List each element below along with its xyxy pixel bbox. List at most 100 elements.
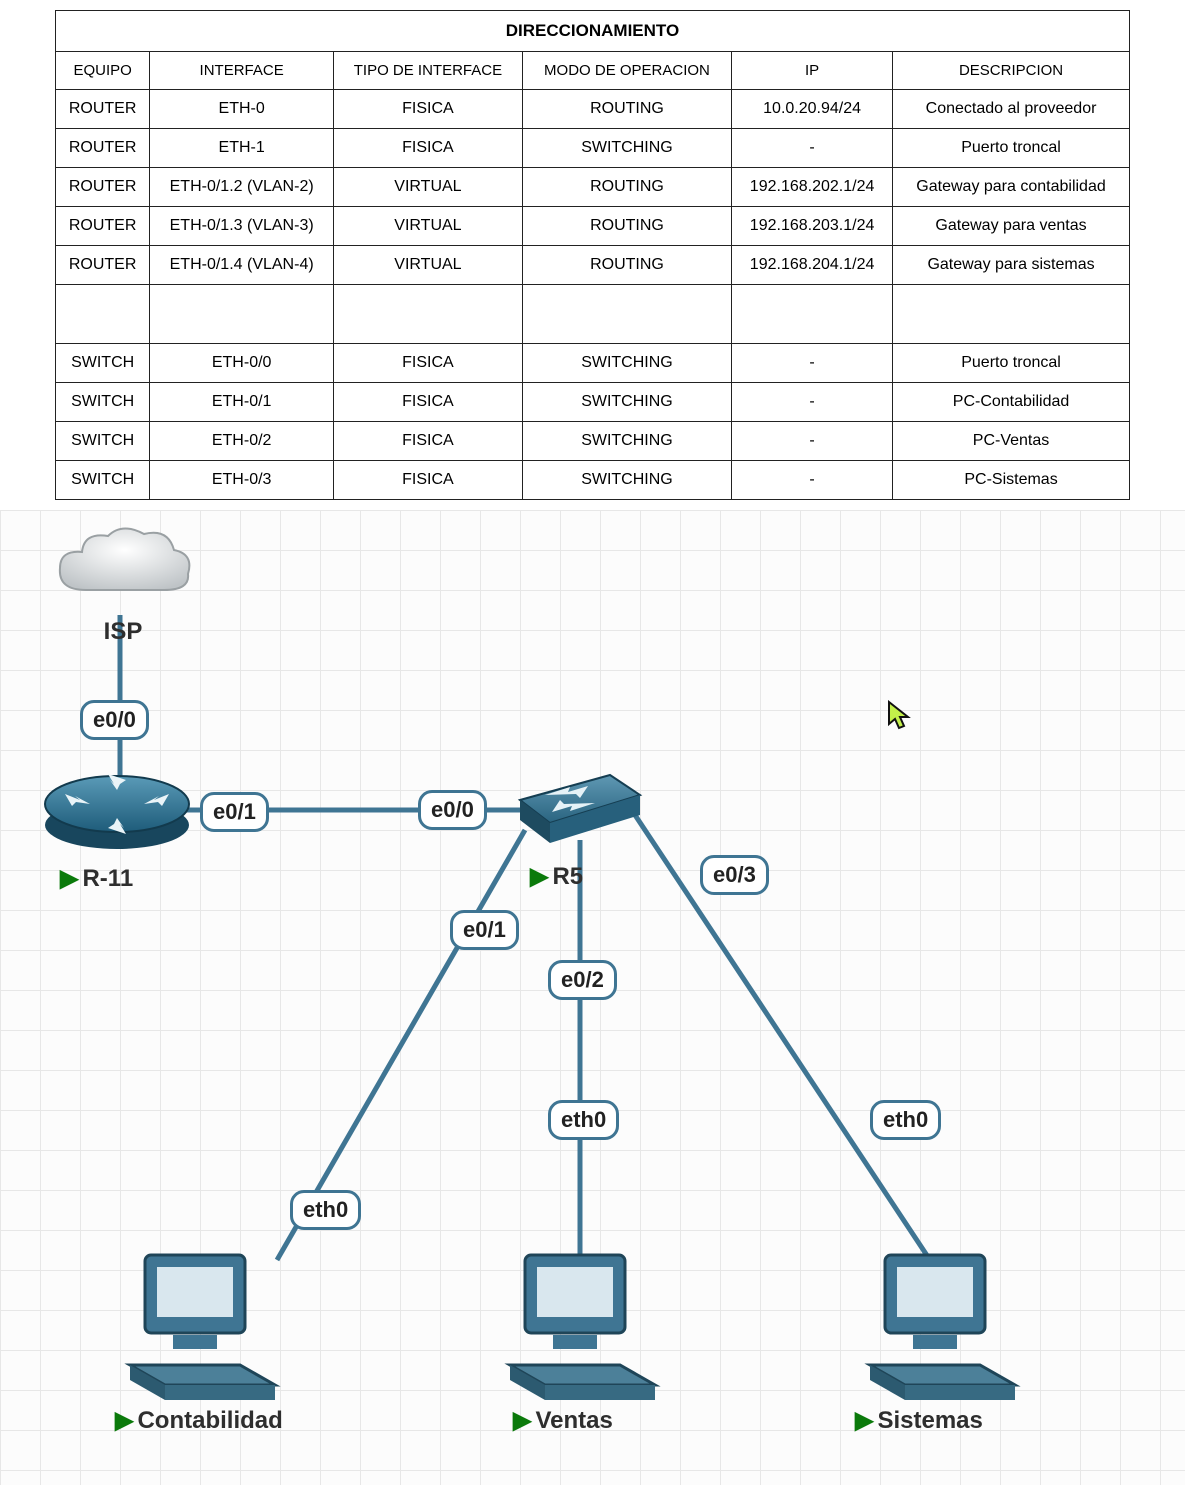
cursor-icon <box>886 700 914 737</box>
table-cell: ROUTING <box>522 168 731 207</box>
table-cell: - <box>732 344 893 383</box>
pc-icon <box>495 1245 670 1405</box>
table-cell: ROUTER <box>56 246 150 285</box>
table-cell: FISICA <box>334 344 523 383</box>
table-cell: ROUTER <box>56 90 150 129</box>
table-cell: SWITCHING <box>522 129 731 168</box>
table-row: ROUTERETH-0FISICAROUTING10.0.20.94/24Con… <box>56 90 1130 129</box>
table-cell <box>150 285 334 344</box>
table-cell: ETH-0/1 <box>150 383 334 422</box>
table-cell: Gateway para sistemas <box>893 246 1130 285</box>
cloud-icon <box>48 520 198 615</box>
router-node[interactable]: ▶R-11 <box>40 760 195 893</box>
col-desc: DESCRIPCION <box>893 52 1130 90</box>
switch-node[interactable]: ▶R5 <box>500 765 645 891</box>
table-cell <box>893 285 1130 344</box>
table-cell: SWITCHING <box>522 383 731 422</box>
table-cell: SWITCH <box>56 461 150 500</box>
table-cell: PC-Sistemas <box>893 461 1130 500</box>
isp-node[interactable]: ISP <box>48 520 198 646</box>
table-row: SWITCHETH-0/2FISICASWITCHING-PC-Ventas <box>56 422 1130 461</box>
pc-icon <box>115 1245 290 1405</box>
table-cell: Conectado al proveedor <box>893 90 1130 129</box>
table-cell: FISICA <box>334 461 523 500</box>
table-cell: 10.0.20.94/24 <box>732 90 893 129</box>
col-ip: IP <box>732 52 893 90</box>
table-cell <box>56 285 150 344</box>
pc-contabilidad-node[interactable]: ▶Contabilidad <box>115 1245 290 1435</box>
table-row: ROUTERETH-0/1.2 (VLAN-2)VIRTUALROUTING19… <box>56 168 1130 207</box>
pc3-label: ▶Sistemas <box>855 1406 1030 1435</box>
table-cell: PC-Ventas <box>893 422 1130 461</box>
table-cell: ETH-0/3 <box>150 461 334 500</box>
table-cell: ROUTING <box>522 246 731 285</box>
table-row: ROUTERETH-0/1.4 (VLAN-4)VIRTUALROUTING19… <box>56 246 1130 285</box>
port-s-e01: e0/1 <box>450 910 519 950</box>
table-cell: ETH-0/1.4 (VLAN-4) <box>150 246 334 285</box>
table-cell: SWITCHING <box>522 461 731 500</box>
pc-ventas-node[interactable]: ▶Ventas <box>495 1245 670 1435</box>
table-row <box>56 285 1130 344</box>
table-cell: ETH-0/2 <box>150 422 334 461</box>
switch-icon <box>500 765 645 855</box>
table-cell: FISICA <box>334 90 523 129</box>
table-cell: ETH-0/0 <box>150 344 334 383</box>
table-cell: SWITCHING <box>522 422 731 461</box>
col-interface: INTERFACE <box>150 52 334 90</box>
col-tipo: TIPO DE INTERFACE <box>334 52 523 90</box>
table-cell: SWITCHING <box>522 344 731 383</box>
table-cell: - <box>732 129 893 168</box>
table-cell: VIRTUAL <box>334 207 523 246</box>
table-cell: SWITCH <box>56 422 150 461</box>
table-cell: FISICA <box>334 129 523 168</box>
table-cell: - <box>732 461 893 500</box>
table-cell: Puerto troncal <box>893 129 1130 168</box>
port-s-e02: e0/2 <box>548 960 617 1000</box>
table-cell: ETH-1 <box>150 129 334 168</box>
table-cell: 192.168.203.1/24 <box>732 207 893 246</box>
col-modo: MODO DE OPERACION <box>522 52 731 90</box>
table-cell: Puerto troncal <box>893 344 1130 383</box>
table-cell: ROUTING <box>522 90 731 129</box>
addressing-table: DIRECCIONAMIENTO EQUIPO INTERFACE TIPO D… <box>55 10 1130 500</box>
table-cell: ROUTING <box>522 207 731 246</box>
table-cell: VIRTUAL <box>334 168 523 207</box>
network-diagram[interactable]: ISP ▶R-11 <box>0 510 1185 1485</box>
table-cell: 192.168.202.1/24 <box>732 168 893 207</box>
table-cell: SWITCH <box>56 344 150 383</box>
table-cell: Gateway para contabilidad <box>893 168 1130 207</box>
table-cell: FISICA <box>334 422 523 461</box>
table-cell: PC-Contabilidad <box>893 383 1130 422</box>
table-cell <box>522 285 731 344</box>
table-cell: VIRTUAL <box>334 246 523 285</box>
router-icon <box>40 760 195 855</box>
port-r-e01: e0/1 <box>200 792 269 832</box>
table-title: DIRECCIONAMIENTO <box>56 11 1130 52</box>
table-cell: 192.168.204.1/24 <box>732 246 893 285</box>
port-r-e00: e0/0 <box>80 700 149 740</box>
col-equipo: EQUIPO <box>56 52 150 90</box>
port-s-e03: e0/3 <box>700 855 769 895</box>
pc1-label: ▶Contabilidad <box>115 1406 290 1435</box>
table-row: SWITCHETH-0/3FISICASWITCHING-PC-Sistemas <box>56 461 1130 500</box>
table-cell: ETH-0/1.3 (VLAN-3) <box>150 207 334 246</box>
port-pc1-eth: eth0 <box>290 1190 361 1230</box>
table-cell: ROUTER <box>56 129 150 168</box>
isp-label: ISP <box>48 618 198 646</box>
pc-sistemas-node[interactable]: ▶Sistemas <box>855 1245 1030 1435</box>
table-cell: Gateway para ventas <box>893 207 1130 246</box>
table-cell: ETH-0 <box>150 90 334 129</box>
pc-icon <box>855 1245 1030 1405</box>
pc2-label: ▶Ventas <box>495 1406 670 1435</box>
router-label: ▶R-11 <box>40 864 195 893</box>
port-pc3-eth: eth0 <box>870 1100 941 1140</box>
table-row: ROUTERETH-1FISICASWITCHING-Puerto tronca… <box>56 129 1130 168</box>
table-cell: ROUTER <box>56 207 150 246</box>
table-row: SWITCHETH-0/1FISICASWITCHING-PC-Contabil… <box>56 383 1130 422</box>
table-cell <box>732 285 893 344</box>
table-cell <box>334 285 523 344</box>
addressing-table-wrap: DIRECCIONAMIENTO EQUIPO INTERFACE TIPO D… <box>0 0 1185 510</box>
table-cell: - <box>732 383 893 422</box>
switch-label: ▶R5 <box>500 862 645 891</box>
table-cell: FISICA <box>334 383 523 422</box>
